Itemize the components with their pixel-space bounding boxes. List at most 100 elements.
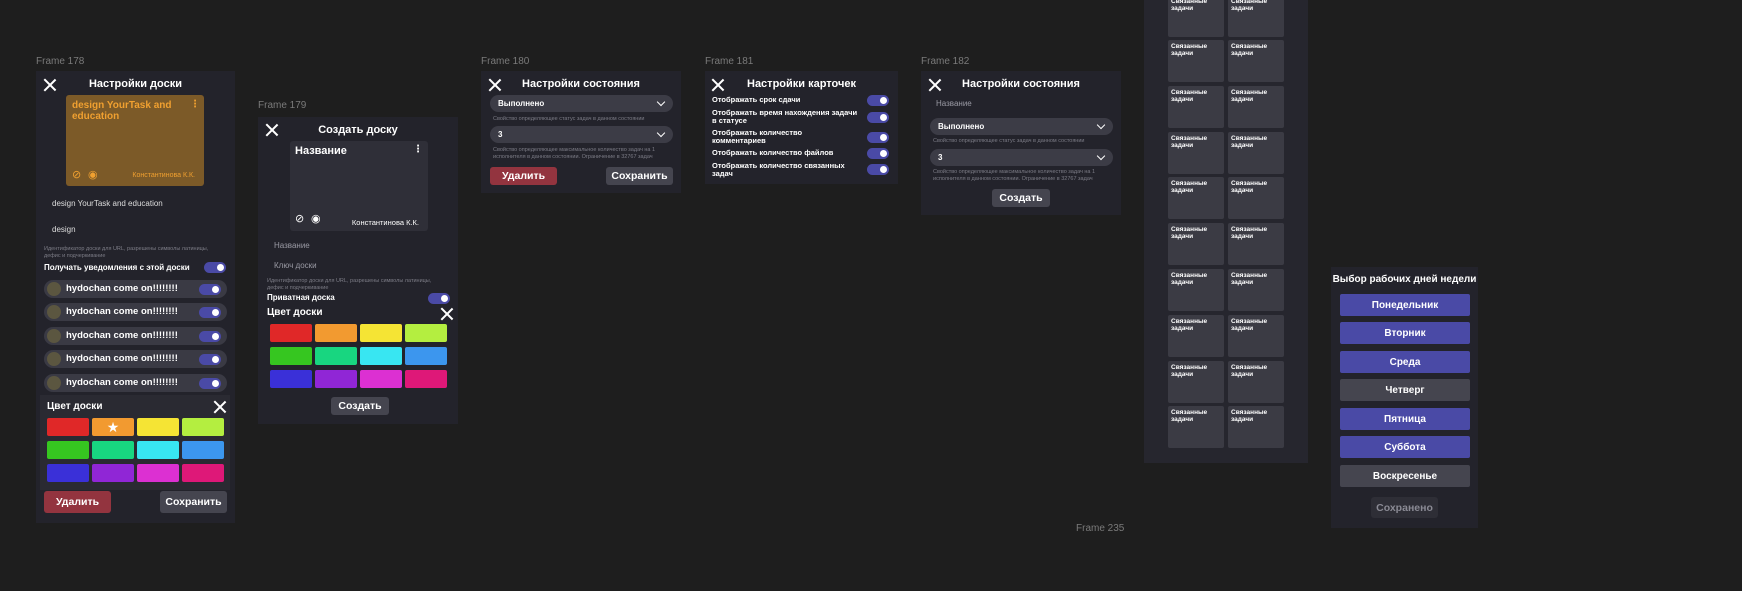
user-name: hydochan come on!!!!!!!! xyxy=(66,306,178,317)
linked-tasks-card[interactable]: Связанные задачи xyxy=(1168,315,1224,357)
linked-tasks-card[interactable]: Связанные задачи xyxy=(1168,0,1224,37)
linked-tasks-card[interactable]: Связанные задачи xyxy=(1228,132,1284,174)
day-button[interactable]: Воскресенье xyxy=(1340,465,1470,487)
user-toggle[interactable] xyxy=(199,284,221,295)
color-swatch[interactable] xyxy=(405,370,447,388)
more-icon[interactable]: ⋮ xyxy=(413,144,423,155)
linked-tasks-card[interactable]: Связанные задачи xyxy=(1168,132,1224,174)
day-button[interactable]: Четверг xyxy=(1340,379,1470,401)
avatar xyxy=(47,282,61,296)
color-swatch[interactable] xyxy=(270,347,312,365)
eye-icon[interactable]: ◉ xyxy=(311,212,321,225)
color-swatch[interactable]: ★ xyxy=(92,418,134,436)
user-row: hydochan come on!!!!!!!! xyxy=(44,350,227,368)
color-swatch[interactable] xyxy=(270,324,312,342)
state-name-input[interactable]: Название xyxy=(936,99,972,108)
color-swatch[interactable] xyxy=(360,324,402,342)
color-swatch[interactable] xyxy=(137,441,179,459)
create-button[interactable]: Создать xyxy=(992,189,1050,207)
panel-title: Настройки карточек xyxy=(747,78,856,90)
avatar xyxy=(47,376,61,390)
linked-tasks-card[interactable]: Связанные задачи xyxy=(1228,223,1284,265)
option-toggle[interactable] xyxy=(867,164,889,175)
option-toggle[interactable] xyxy=(867,148,889,159)
user-toggle[interactable] xyxy=(199,354,221,365)
hidden-eye-icon[interactable]: ⊘ xyxy=(72,168,81,181)
board-name-input[interactable]: Название xyxy=(274,241,310,250)
hidden-eye-icon[interactable]: ⊘ xyxy=(295,212,304,225)
color-swatch[interactable] xyxy=(92,441,134,459)
status-select[interactable]: Выполнено xyxy=(490,95,673,112)
delete-button[interactable]: Удалить xyxy=(44,491,111,513)
day-button[interactable]: Пятница xyxy=(1340,408,1470,430)
linked-tasks-card[interactable]: Связанные задачи xyxy=(1168,86,1224,128)
user-toggle[interactable] xyxy=(199,331,221,342)
frame-label: Frame 179 xyxy=(258,100,307,111)
color-swatch[interactable] xyxy=(315,347,357,365)
color-swatch[interactable] xyxy=(47,441,89,459)
linked-tasks-card[interactable]: Связанные задачи xyxy=(1168,406,1224,448)
delete-button[interactable]: Удалить xyxy=(490,167,557,185)
notify-label: Получать уведомления с этой доски xyxy=(44,263,190,272)
frame-label: Frame 180 xyxy=(481,56,530,67)
status-select[interactable]: Выполнено xyxy=(930,118,1113,135)
linked-tasks-card[interactable]: Связанные задачи xyxy=(1228,269,1284,311)
color-swatch[interactable] xyxy=(182,464,224,482)
notify-toggle[interactable] xyxy=(204,262,226,273)
board-card-preview: Название ⋮ ⊘ ◉ Константинова К.К. xyxy=(290,141,428,231)
day-button[interactable]: Среда xyxy=(1340,351,1470,373)
linked-tasks-card[interactable]: Связанные задачи xyxy=(1228,0,1284,37)
save-button[interactable]: Сохранить xyxy=(606,167,673,185)
key-hint: Идентификатор доски для URL, разрешены с… xyxy=(44,246,209,259)
linked-tasks-card[interactable]: Связанные задачи xyxy=(1228,406,1284,448)
color-swatch[interactable] xyxy=(360,347,402,365)
color-swatch[interactable] xyxy=(182,441,224,459)
board-name-field[interactable]: design YourTask and education xyxy=(52,199,163,208)
day-button[interactable]: Понедельник xyxy=(1340,294,1470,316)
color-swatch[interactable] xyxy=(47,418,89,436)
color-swatch[interactable] xyxy=(405,324,447,342)
linked-tasks-card[interactable]: Связанные задачи xyxy=(1228,177,1284,219)
user-toggle[interactable] xyxy=(199,307,221,318)
color-swatch[interactable] xyxy=(137,418,179,436)
limit-select[interactable]: 3 xyxy=(930,149,1113,166)
close-icon[interactable] xyxy=(213,400,227,414)
linked-tasks-card[interactable]: Связанные задачи xyxy=(1228,315,1284,357)
day-button[interactable]: Вторник xyxy=(1340,322,1470,344)
day-button[interactable]: Суббота xyxy=(1340,436,1470,458)
linked-tasks-card[interactable]: Связанные задачи xyxy=(1228,361,1284,403)
limit-select[interactable]: 3 xyxy=(490,126,673,143)
linked-tasks-card[interactable]: Связанные задачи xyxy=(1168,269,1224,311)
save-button[interactable]: Сохранить xyxy=(160,491,227,513)
color-swatch[interactable] xyxy=(92,464,134,482)
saved-button[interactable]: Сохранено xyxy=(1371,497,1438,518)
option-toggle[interactable] xyxy=(867,132,889,143)
color-swatch[interactable] xyxy=(182,418,224,436)
eye-icon[interactable]: ◉ xyxy=(88,168,98,181)
close-icon[interactable] xyxy=(440,307,454,321)
color-swatch[interactable] xyxy=(315,370,357,388)
panel-title: Настройки состояния xyxy=(522,78,640,90)
user-name: hydochan come on!!!!!!!! xyxy=(66,353,178,364)
linked-tasks-card[interactable]: Связанные задачи xyxy=(1168,40,1224,82)
board-key-input[interactable]: Ключ доски xyxy=(274,261,317,270)
color-swatch[interactable] xyxy=(360,370,402,388)
linked-tasks-card[interactable]: Связанные задачи xyxy=(1168,223,1224,265)
create-button[interactable]: Создать xyxy=(331,397,389,415)
linked-tasks-card[interactable]: Связанные задачи xyxy=(1228,40,1284,82)
option-toggle[interactable] xyxy=(867,112,889,123)
linked-tasks-card[interactable]: Связанные задачи xyxy=(1168,177,1224,219)
limit-hint: Свойство определяющее максимальное колич… xyxy=(493,147,656,160)
linked-tasks-card[interactable]: Связанные задачи xyxy=(1228,86,1284,128)
private-toggle[interactable] xyxy=(428,293,450,304)
color-swatch[interactable] xyxy=(137,464,179,482)
board-key-field[interactable]: design xyxy=(52,225,76,234)
color-swatch[interactable] xyxy=(315,324,357,342)
more-icon[interactable]: ⋮ xyxy=(190,99,200,110)
option-toggle[interactable] xyxy=(867,95,889,106)
color-swatch[interactable] xyxy=(270,370,312,388)
color-swatch[interactable] xyxy=(47,464,89,482)
color-swatch[interactable] xyxy=(405,347,447,365)
user-toggle[interactable] xyxy=(199,378,221,389)
linked-tasks-card[interactable]: Связанные задачи xyxy=(1168,361,1224,403)
